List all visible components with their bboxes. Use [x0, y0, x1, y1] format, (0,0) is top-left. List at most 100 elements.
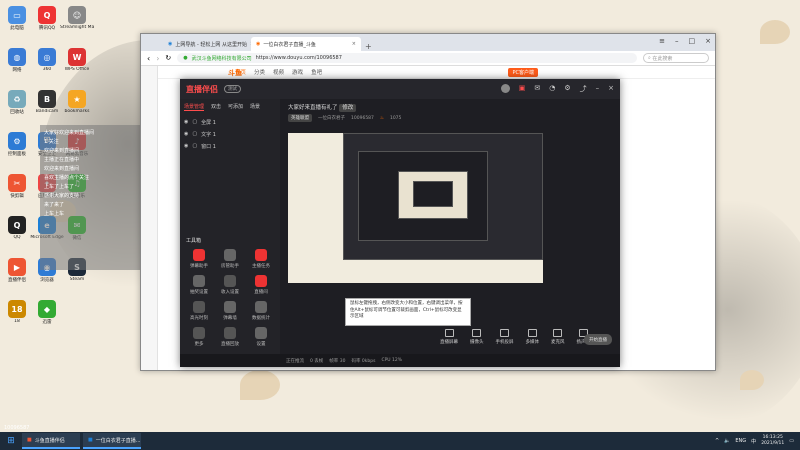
nested-window — [413, 181, 453, 207]
tool-item[interactable]: 抽奖设置 — [186, 275, 212, 295]
minimize-icon[interactable]: – — [675, 37, 679, 45]
address-bar[interactable]: ● 武汉斗鱼网络科技有限公司 https://www.douyu.com/100… — [177, 53, 637, 63]
tab-addable[interactable]: 可添加 — [228, 103, 243, 111]
tab-douyu[interactable]: ◉ 一位白衣君子直播_斗鱼 × — [251, 37, 361, 51]
tool-item[interactable]: 设置 — [248, 327, 274, 347]
chat-message: 上车上车 — [44, 211, 65, 217]
desktop-icon-label: 此电脑 — [10, 26, 24, 31]
nav-category[interactable]: 分类 — [254, 68, 265, 76]
new-tab-icon[interactable]: + — [365, 42, 372, 51]
site-logo[interactable]: 斗鱼 — [228, 68, 242, 78]
windows-start-icon[interactable]: ⊞ — [0, 432, 22, 450]
close-icon[interactable]: × — [705, 37, 711, 45]
lock-icon[interactable]: ▢ — [192, 143, 197, 149]
desktop-icon[interactable]: ▶ 直播伴侣 — [1, 258, 33, 283]
lock-icon[interactable]: ▢ — [192, 119, 197, 125]
back-icon[interactable]: ‹ — [147, 54, 150, 63]
tab-double-click[interactable]: 双击 — [211, 103, 221, 111]
tool-item[interactable]: 弹幕助手 — [186, 249, 212, 269]
nav-video[interactable]: 视频 — [273, 68, 284, 76]
source-button[interactable]: 多媒体 — [526, 329, 539, 345]
taskbar-item[interactable]: ■ 一位白衣君子直播... — [83, 433, 141, 449]
scene-item[interactable]: ◉ ▢ 文字 1 — [184, 128, 276, 140]
tool-item[interactable]: 弹幕墙 — [217, 301, 243, 321]
desktop-icon[interactable]: ☺Streamlight Manager — [60, 6, 94, 30]
eye-icon[interactable]: ◉ — [184, 143, 188, 149]
taskbar-label: 斗鱼直播伴侣 — [34, 437, 65, 444]
desktop-icon[interactable]: ✂ 快剪辑 — [1, 174, 33, 199]
close-icon[interactable]: × — [608, 84, 614, 94]
start-live-button[interactable]: 开始直播 — [584, 334, 612, 345]
chevron-up-icon[interactable]: ^ — [715, 438, 719, 444]
mail-icon[interactable]: ✉ — [534, 84, 540, 94]
tool-item[interactable]: 收入设置 — [217, 275, 243, 295]
desktop-icon[interactable]: ⚙ 控制面板 — [1, 132, 33, 157]
tool-label: 直播回放 — [221, 342, 239, 347]
app-icon: ◍ — [8, 48, 26, 66]
tool-item[interactable]: 房管助手 — [217, 249, 243, 269]
notification-icon[interactable]: ▭ — [789, 438, 794, 444]
tab-scenes[interactable]: 场景管理 — [184, 103, 205, 111]
tab-navigation[interactable]: ◉ 上网导航 - 轻松上网 从这里开始 × — [163, 37, 251, 51]
source-button[interactable]: 摄像头 — [470, 329, 484, 345]
ime-indicator[interactable]: ENG — [735, 438, 746, 444]
desktop-icon[interactable]: ◍ 网络 — [1, 48, 33, 73]
desktop-icon[interactable]: W WPS Office — [61, 48, 93, 72]
nav-yuba[interactable]: 鱼吧 — [311, 68, 322, 76]
page-icon: ◉ — [168, 41, 173, 47]
desktop-icon[interactable]: ★ bookmarks — [61, 90, 93, 114]
nav-game[interactable]: 游戏 — [292, 68, 303, 76]
speaker-icon[interactable]: 🔈 — [724, 438, 730, 444]
bell-icon[interactable]: ◔ — [549, 84, 555, 94]
eye-icon[interactable]: ◉ — [184, 119, 188, 125]
lock-icon[interactable]: ▢ — [192, 131, 197, 137]
source-button[interactable]: 直播屏幕 — [440, 329, 458, 345]
source-button[interactable]: 麦克风 — [551, 329, 565, 345]
settings-icon[interactable]: ⚙ — [564, 84, 570, 94]
scene-item[interactable]: ◉ ▢ 窗口 1 — [184, 140, 276, 152]
tool-label: 设置 — [256, 342, 266, 347]
stream-preview[interactable] — [288, 133, 543, 283]
desktop-icon[interactable]: Q 腾讯QQ — [31, 6, 63, 31]
taskbar-item[interactable]: ■ 斗鱼直播伴侣 — [22, 433, 80, 449]
avatar[interactable] — [500, 84, 510, 93]
category-badge[interactable]: 英雄联盟 — [288, 114, 312, 122]
eye-icon[interactable]: ◉ — [184, 131, 188, 137]
pc-client-button[interactable]: PC客户端 — [460, 66, 540, 79]
desktop-icon[interactable]: B Bandicam — [31, 90, 63, 114]
desktop-icon[interactable]: ◆ 迅雷 — [31, 300, 63, 325]
clock[interactable]: 16:13:25 2021/9/11 — [761, 435, 784, 447]
gift-icon[interactable]: ▣ — [519, 84, 526, 94]
minimize-icon[interactable]: – — [596, 84, 600, 94]
close-icon[interactable]: × — [352, 41, 356, 47]
site-label: 武汉斗鱼网络科技有限公司 — [191, 55, 252, 62]
desktop-icon[interactable]: ◎ 360 — [31, 48, 63, 72]
share-icon[interactable]: ⤴ — [580, 84, 587, 94]
search-input[interactable]: ⌕ 在此搜索 — [643, 53, 709, 63]
app-icon: ◆ — [38, 300, 56, 318]
tool-item[interactable]: 主播任务 — [248, 249, 274, 269]
edit-title-button[interactable]: 修改 — [339, 104, 357, 112]
tool-item[interactable]: 高光时刻 — [186, 301, 212, 321]
desktop-icon[interactable]: Q QQ — [1, 216, 33, 240]
browser-sidebar — [141, 66, 158, 370]
tool-item[interactable]: 直播回放 — [217, 327, 243, 347]
desktop-icon[interactable]: ▭ 此电脑 — [1, 6, 33, 31]
tool-icon — [255, 327, 267, 339]
toolbox-title: 工具箱 — [186, 238, 202, 244]
tool-item[interactable]: 直播间 — [248, 275, 274, 295]
tab-scene[interactable]: 场景 — [250, 103, 260, 111]
source-button[interactable]: 手机投屏 — [496, 329, 514, 345]
desktop-icon-label: Steam — [69, 277, 85, 282]
desktop-icon[interactable]: 18 18 — [1, 300, 33, 324]
menu-icon[interactable]: ≡ — [659, 37, 665, 45]
source-label: 直播屏幕 — [440, 340, 458, 345]
forward-icon[interactable]: › — [156, 54, 159, 63]
maximize-icon[interactable]: □ — [689, 37, 696, 45]
ime-mode[interactable]: 中 — [751, 438, 756, 445]
desktop-icon[interactable]: ♻ 回收站 — [1, 90, 33, 115]
scene-item[interactable]: ◉ ▢ 全屏 1 — [184, 116, 276, 128]
refresh-icon[interactable]: ↻ — [165, 54, 171, 62]
tool-item[interactable]: 更多 — [186, 327, 212, 347]
tool-item[interactable]: 数据统计 — [248, 301, 274, 321]
